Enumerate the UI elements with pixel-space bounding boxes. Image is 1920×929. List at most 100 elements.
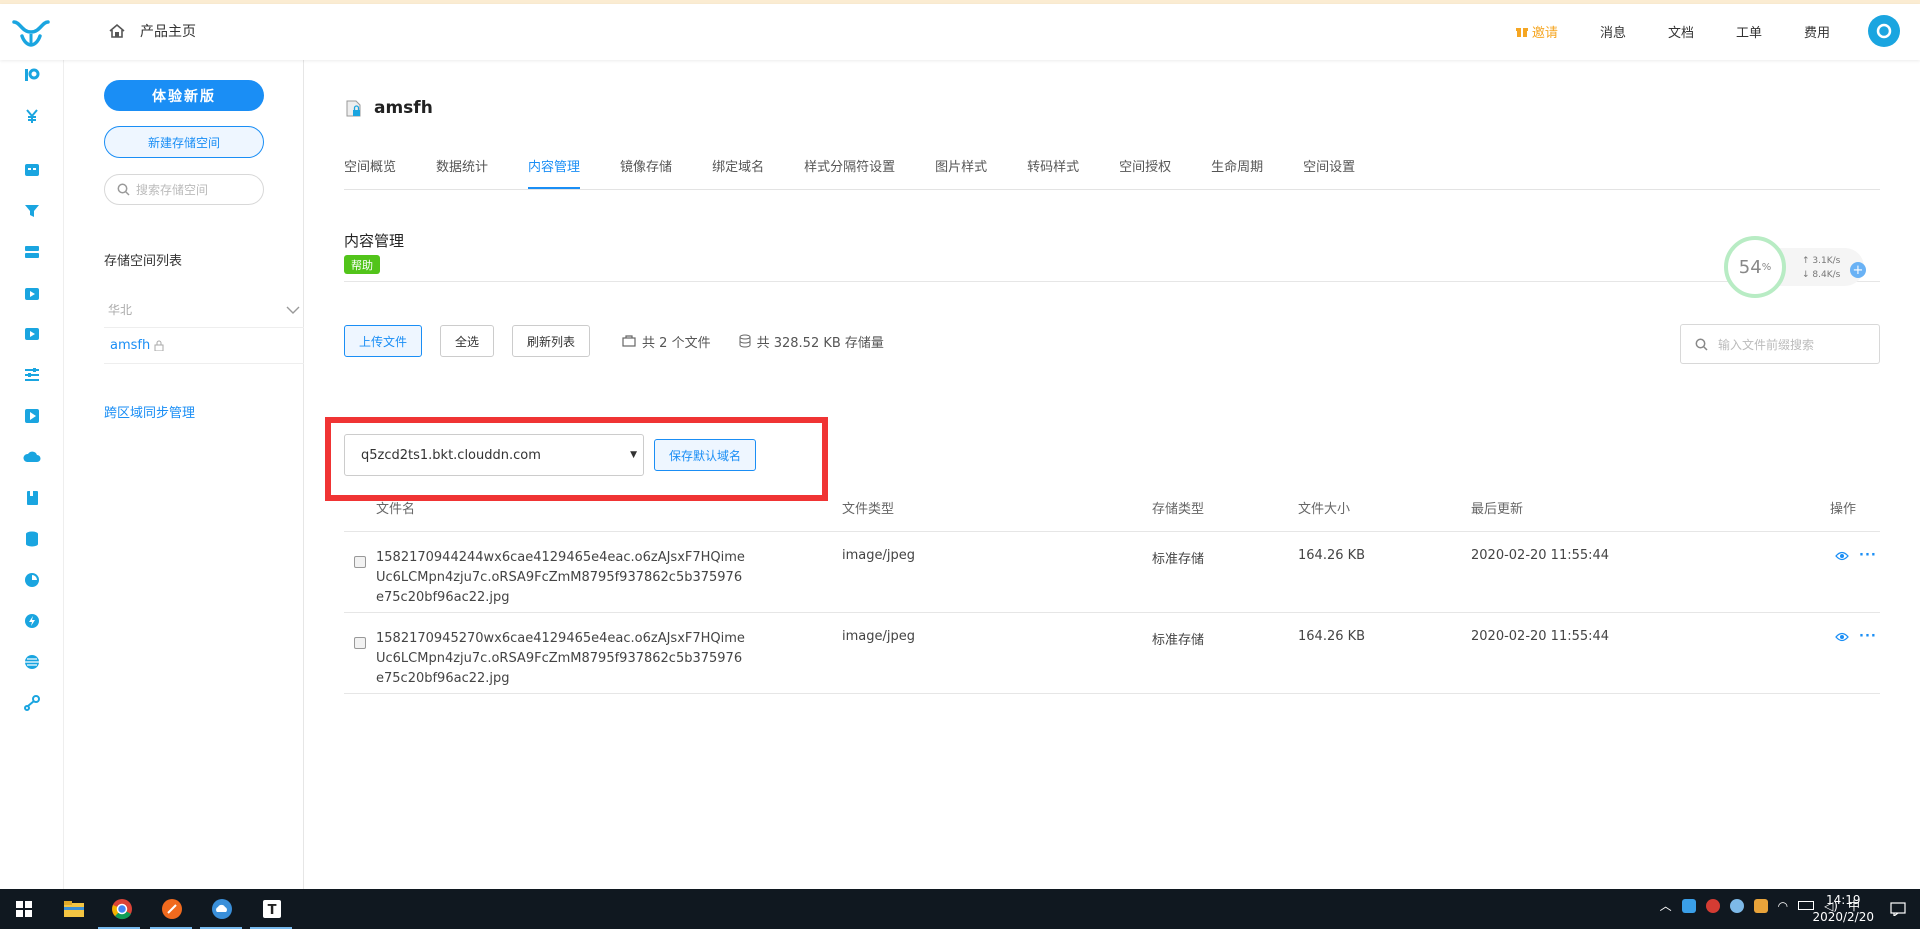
row-checkbox[interactable]	[354, 637, 366, 649]
tab-lifecycle[interactable]: 生命周期	[1211, 156, 1263, 189]
typora-icon[interactable]: T	[258, 895, 286, 923]
tab-overview[interactable]: 空间概览	[344, 156, 396, 189]
section-divider	[344, 281, 1880, 282]
try-new-version-button[interactable]: 体验新版	[104, 80, 264, 111]
row-checkbox[interactable]	[354, 556, 366, 568]
tab-image-style[interactable]: 图片样式	[935, 156, 987, 189]
lightning-icon[interactable]	[22, 611, 42, 631]
memory-percent-unit: %	[1761, 261, 1772, 273]
database-icon[interactable]	[22, 529, 42, 549]
home-icon	[109, 23, 125, 38]
file-type: image/jpeg	[842, 629, 915, 644]
chevron-down-icon	[286, 306, 300, 314]
file-explorer-icon[interactable]	[60, 895, 88, 923]
product-home-link[interactable]: 产品主页	[108, 21, 196, 41]
bucket-item-amsfh[interactable]: amsfh	[104, 328, 304, 364]
domain-select[interactable]: q5zcd2ts1.bkt.clouddn.com ▼	[344, 434, 644, 476]
preview-eye-icon[interactable]	[1835, 551, 1849, 561]
onedrive-icon[interactable]	[1729, 898, 1744, 913]
file-name[interactable]: 1582170945270wx6cae4129465e4eac.o6zAJsxF…	[376, 629, 746, 689]
storage-type: 标准存储	[1152, 633, 1205, 648]
globe-icon[interactable]	[22, 652, 42, 672]
messages-link[interactable]: 消息	[1600, 22, 1626, 41]
tickets-link[interactable]: 工单	[1736, 22, 1762, 41]
sliders-icon[interactable]	[22, 365, 42, 385]
tab-transcode-style[interactable]: 转码样式	[1027, 156, 1079, 189]
file-name[interactable]: 1582170944244wx6cae4129465e4eac.o6zAJsxF…	[376, 548, 746, 608]
finance-icon[interactable]	[22, 106, 42, 126]
bucket-header: amsfh	[344, 98, 433, 118]
refresh-list-button[interactable]: 刷新列表	[512, 325, 591, 357]
cloud-icon[interactable]	[22, 447, 42, 467]
file-prefix-search-input[interactable]: 输入文件前缀搜索	[1680, 324, 1880, 364]
bucket-sidebar: 体验新版 新建存储空间 搜索存储空间 存储空间列表 华北 amsfh 跨区域同步…	[64, 60, 304, 889]
cloud-app-icon[interactable]	[208, 895, 236, 923]
more-options-icon[interactable]: ···	[1859, 548, 1877, 563]
arrow-up-icon: ↑	[1802, 256, 1810, 266]
upload-speed-value: 3.1K/s	[1812, 256, 1841, 266]
lock-icon	[154, 340, 164, 351]
film-icon[interactable]	[22, 324, 42, 344]
windows-start-icon[interactable]	[10, 895, 38, 923]
database-icon	[739, 334, 751, 348]
col-header-name: 文件名	[376, 502, 416, 517]
chrome-icon[interactable]	[108, 895, 136, 923]
updated-at: 2020-02-20 11:55:44	[1471, 548, 1610, 563]
filter-icon[interactable]	[22, 201, 42, 221]
docs-link[interactable]: 文档	[1668, 22, 1694, 41]
taskbar-clock[interactable]: 14:19 2020/2/20	[1812, 892, 1874, 926]
chart-pie-icon[interactable]	[22, 570, 42, 590]
video-play-icon[interactable]	[22, 406, 42, 426]
qiniu-logo[interactable]	[10, 18, 52, 48]
save-default-domain-button[interactable]: 保存默认域名	[654, 439, 757, 471]
preview-eye-icon[interactable]	[1835, 632, 1849, 642]
speed-boost-plus-icon[interactable]: +	[1850, 262, 1866, 278]
product-home-label: 产品主页	[140, 24, 196, 40]
book-icon[interactable]	[22, 488, 42, 508]
search-icon	[1695, 338, 1708, 351]
network-speed-widget[interactable]: ↑ 3.1K/s ↓ 8.4K/s 54% +	[1724, 236, 1874, 306]
chevron-up-icon[interactable]: ︿	[1660, 897, 1672, 914]
user-avatar[interactable]	[1868, 15, 1900, 47]
region-dropdown[interactable]: 华北	[104, 292, 304, 328]
netease-music-icon[interactable]	[1705, 898, 1720, 913]
file-table: 文件名 文件类型 存储类型 文件大小 最后更新 操作 1582170944244…	[344, 498, 1880, 694]
top-nav: 邀请 消息 文档 工单 费用	[1515, 22, 1830, 41]
wifi-icon[interactable]: ◠	[1778, 899, 1788, 913]
tab-content-management[interactable]: 内容管理	[528, 156, 581, 189]
more-options-icon[interactable]: ···	[1859, 629, 1877, 644]
section-title: 内容管理	[344, 232, 405, 250]
new-bucket-button[interactable]: 新建存储空间	[104, 126, 264, 158]
search-icon	[117, 183, 130, 196]
tab-bucket-settings[interactable]: 空间设置	[1303, 156, 1355, 189]
notification-icon[interactable]	[1890, 901, 1906, 920]
billing-link[interactable]: 费用	[1804, 22, 1830, 41]
tray-user-icon[interactable]	[1753, 898, 1768, 913]
kodo-icon[interactable]	[22, 65, 42, 85]
cross-region-sync-link[interactable]: 跨区域同步管理	[104, 402, 195, 421]
server-icon[interactable]	[22, 242, 42, 262]
tab-style-separator[interactable]: 样式分隔符设置	[804, 156, 895, 189]
tab-statistics[interactable]: 数据统计	[436, 156, 488, 189]
tab-bucket-auth[interactable]: 空间授权	[1119, 156, 1171, 189]
select-all-button[interactable]: 全选	[440, 325, 495, 357]
upload-file-button[interactable]: 上传文件	[344, 325, 423, 357]
tray-app-icon[interactable]	[1681, 898, 1696, 913]
windows-taskbar: T ︿ ◠ ◁) 中 14:19 2020/2/20	[0, 889, 1920, 929]
table-row[interactable]: 1582170945270wx6cae4129465e4eac.o6zAJsxF…	[344, 613, 1880, 694]
bucket-search-input[interactable]: 搜索存储空间	[104, 174, 264, 205]
route-icon[interactable]	[22, 693, 42, 713]
bucket-search-placeholder: 搜索存储空间	[136, 183, 209, 197]
live-tv-icon[interactable]	[22, 283, 42, 303]
invite-link[interactable]: 邀请	[1515, 22, 1558, 41]
clock-date: 2020/2/20	[1812, 910, 1874, 924]
sublime-icon[interactable]	[158, 895, 186, 923]
tab-bind-domain[interactable]: 绑定域名	[712, 156, 764, 189]
user-icon	[1876, 23, 1892, 39]
region-label: 华北	[108, 303, 133, 317]
dashboard-icon[interactable]	[22, 160, 42, 180]
tab-mirror-storage[interactable]: 镜像存储	[620, 156, 672, 189]
app-window: 产品主页 邀请 消息 文档 工单 费用 体验新版 新建存储空间 搜索存储空间 存…	[0, 0, 1920, 929]
help-badge[interactable]: 帮助	[344, 255, 380, 274]
table-row[interactable]: 1582170944244wx6cae4129465e4eac.o6zAJsxF…	[344, 532, 1880, 613]
